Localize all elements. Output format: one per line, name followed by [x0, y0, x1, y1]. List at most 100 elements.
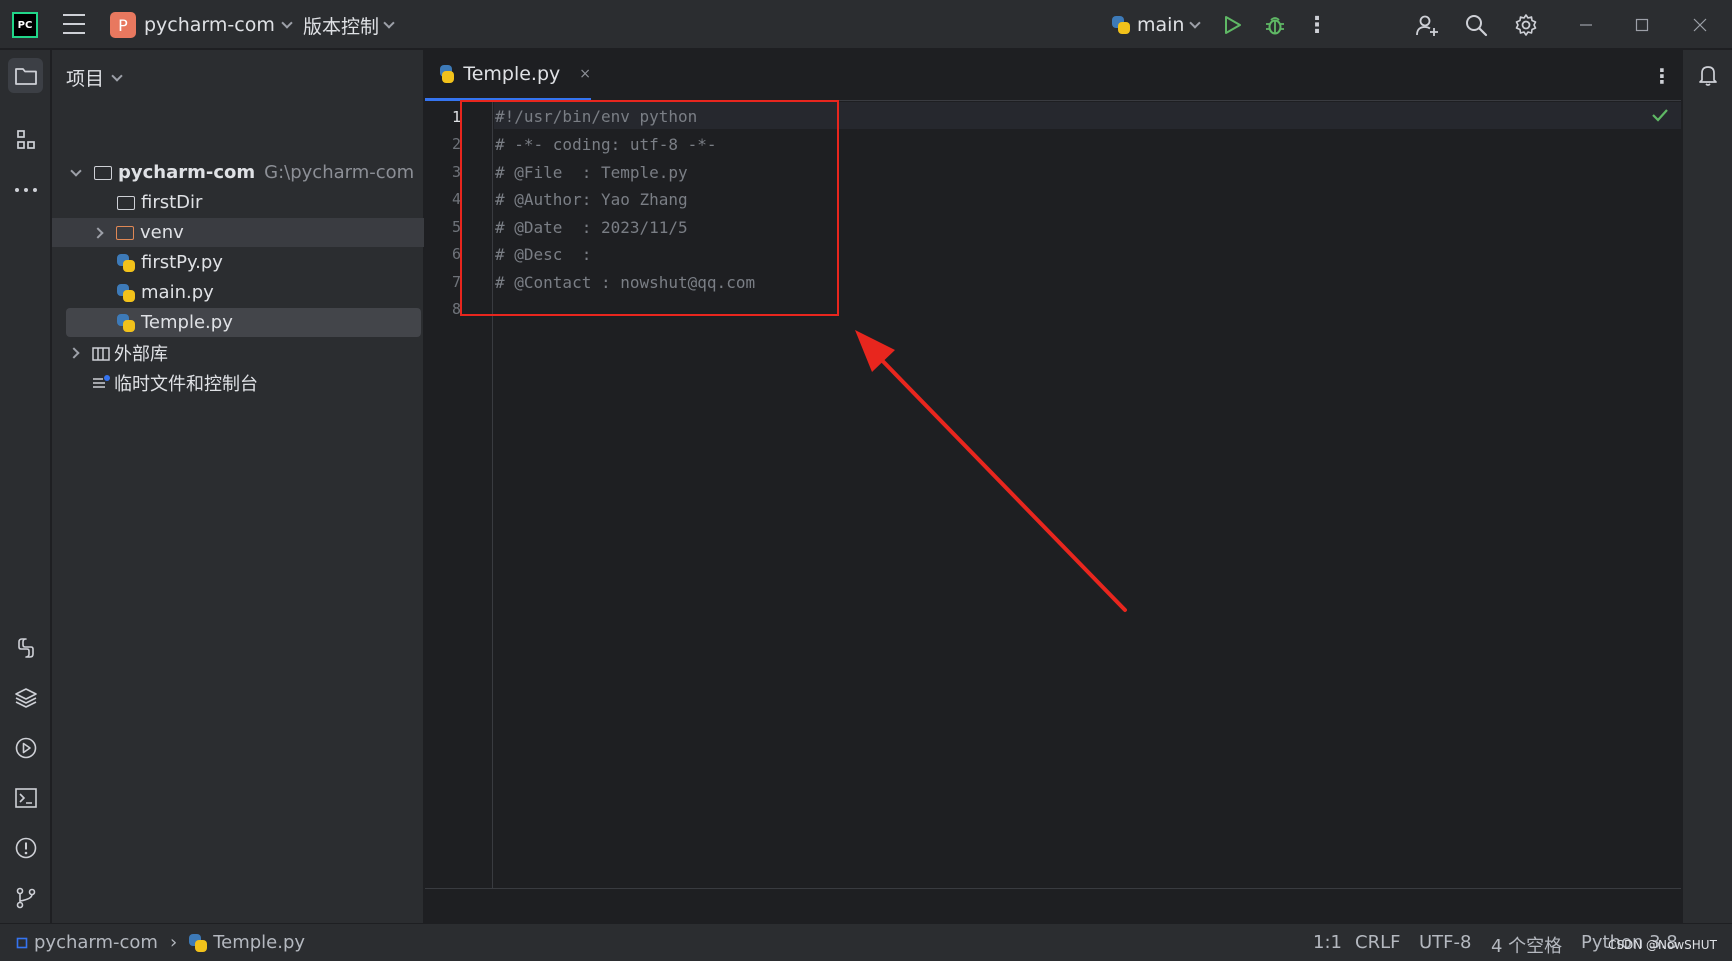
- close-icon: [1693, 18, 1707, 32]
- title-bar: PC P pycharm-com 版本控制 main ⋮: [0, 0, 1732, 49]
- left-tool-strip: [0, 50, 51, 923]
- bug-icon: [1266, 17, 1284, 35]
- editor-bottom-border: [425, 888, 1681, 889]
- chevron-down-icon: [281, 17, 293, 29]
- pycharm-logo-icon: PC: [12, 12, 38, 38]
- notifications-bell-icon[interactable]: [1696, 63, 1720, 87]
- git-branch-icon: [16, 887, 35, 908]
- tree-root-pycharm-com[interactable]: pycharm-com G:\pycharm-com: [52, 158, 424, 187]
- file-encoding[interactable]: UTF-8: [1419, 932, 1471, 953]
- python-packages-icon: [17, 637, 34, 658]
- terminal-icon: [14, 787, 37, 808]
- chevron-down-icon: [383, 17, 395, 29]
- breadcrumb-file[interactable]: Temple.py: [213, 932, 305, 953]
- services-run-icon: [15, 737, 36, 758]
- right-tool-strip: [1682, 50, 1732, 923]
- logo-text: PC: [17, 19, 33, 31]
- python-icon: [1112, 16, 1130, 34]
- run-icon: [1225, 16, 1241, 34]
- git-tool-button[interactable]: [8, 880, 43, 915]
- tree-item-label: venv: [140, 222, 184, 243]
- code-with-me-button[interactable]: [1414, 12, 1440, 38]
- tree-item-main[interactable]: main.py: [52, 278, 424, 307]
- python-file-icon: [117, 253, 135, 272]
- python-file-icon: [189, 933, 208, 952]
- vcs-label: 版本控制: [303, 15, 380, 38]
- inspection-ok-checkmark-icon[interactable]: [1651, 108, 1669, 122]
- tree-item-label: Temple.py: [141, 312, 233, 333]
- project-badge: P: [110, 12, 136, 38]
- python-file-icon: [440, 65, 455, 83]
- tree-item-firstDir[interactable]: firstDir: [52, 188, 424, 217]
- tree-item-label: main.py: [141, 282, 214, 303]
- run-button[interactable]: [1222, 13, 1244, 37]
- structure-tool-button[interactable]: [8, 122, 43, 157]
- project-panel: 项目 pycharm-com G:\pycharm-com firstDir v…: [52, 50, 424, 923]
- debug-button[interactable]: [1263, 13, 1287, 37]
- panel-title: 项目: [66, 68, 105, 90]
- tab-temple-py[interactable]: Temple.py ×: [425, 50, 591, 101]
- chevron-down-icon: [70, 164, 82, 177]
- tab-label: Temple.py: [463, 63, 561, 85]
- structure-icon: [16, 129, 35, 149]
- project-tool-button[interactable]: [8, 58, 43, 93]
- tree-item-firstPy[interactable]: firstPy.py: [52, 248, 424, 277]
- tree-item-venv[interactable]: venv: [52, 218, 424, 247]
- vcs-menu[interactable]: 版本控制: [303, 12, 395, 38]
- library-icon: [92, 346, 110, 361]
- tree-item-external-libraries[interactable]: 外部库: [52, 338, 424, 367]
- line-number: 5: [451, 218, 461, 236]
- search-everywhere-button[interactable]: [1463, 12, 1489, 38]
- minimize-icon: [1580, 24, 1592, 26]
- layers-tool-button[interactable]: [8, 680, 43, 715]
- tree-item-scratches[interactable]: 临时文件和控制台: [52, 368, 424, 397]
- settings-button[interactable]: [1513, 12, 1539, 38]
- terminal-tool-button[interactable]: [8, 780, 43, 815]
- line-number: 3: [451, 163, 461, 181]
- root-path: G:\pycharm-com: [264, 162, 415, 183]
- chevron-down-icon: [111, 69, 123, 82]
- line-number: 2: [451, 135, 461, 153]
- breadcrumb: pycharm-com › Temple.py: [16, 932, 305, 953]
- scratches-icon: [93, 374, 110, 388]
- tab-close-icon[interactable]: ×: [579, 66, 591, 82]
- services-tool-button[interactable]: [8, 730, 43, 765]
- chevron-down-icon: [1189, 17, 1202, 29]
- line-number: 7: [451, 273, 461, 291]
- gear-icon: [1515, 14, 1537, 36]
- python-packages-button[interactable]: [8, 630, 43, 665]
- line-separator[interactable]: CRLF: [1355, 932, 1400, 953]
- more-actions-button[interactable]: ⋮: [1306, 12, 1328, 38]
- project-view-selector[interactable]: 项目: [66, 64, 123, 91]
- folder-icon: [14, 67, 37, 85]
- annotation-arrow-icon: [855, 330, 1127, 612]
- folder-icon: [94, 165, 112, 180]
- project-switcher[interactable]: P pycharm-com: [110, 12, 293, 38]
- folder-icon: [117, 195, 135, 210]
- breadcrumb-project[interactable]: pycharm-com: [34, 932, 158, 953]
- chevron-right-icon: [92, 226, 104, 239]
- status-bar: pycharm-com › Temple.py 1:1 CRLF UTF-8 4…: [0, 923, 1732, 961]
- watermark-text: CSDN @NowSHUT: [1608, 938, 1717, 952]
- maximize-button[interactable]: [1630, 12, 1654, 38]
- main-menu-icon[interactable]: [62, 14, 86, 34]
- tree-item-label: 临时文件和控制台: [114, 373, 258, 395]
- problems-icon: [15, 837, 36, 858]
- indent-setting[interactable]: 4 个空格: [1491, 932, 1562, 958]
- editor-tabs-menu-button[interactable]: ⋮: [1652, 64, 1672, 88]
- minimize-button[interactable]: [1574, 12, 1598, 38]
- chevron-right-icon: [68, 346, 80, 359]
- run-config-selector[interactable]: main: [1112, 12, 1202, 38]
- tree-item-temple[interactable]: Temple.py: [66, 308, 421, 337]
- caret-position[interactable]: 1:1: [1313, 932, 1342, 953]
- line-number: 6: [451, 245, 461, 263]
- close-window-button[interactable]: [1688, 12, 1712, 38]
- module-icon: [16, 937, 28, 948]
- breadcrumb-separator: ›: [169, 932, 178, 953]
- editor-tab-bar: Temple.py × ⋮: [425, 50, 1681, 101]
- more-tools-button[interactable]: [8, 172, 43, 207]
- line-number: 8: [451, 300, 461, 318]
- annotation-highlight-box: [460, 100, 839, 316]
- tree-item-label: 外部库: [114, 343, 168, 365]
- problems-tool-button[interactable]: [8, 830, 43, 865]
